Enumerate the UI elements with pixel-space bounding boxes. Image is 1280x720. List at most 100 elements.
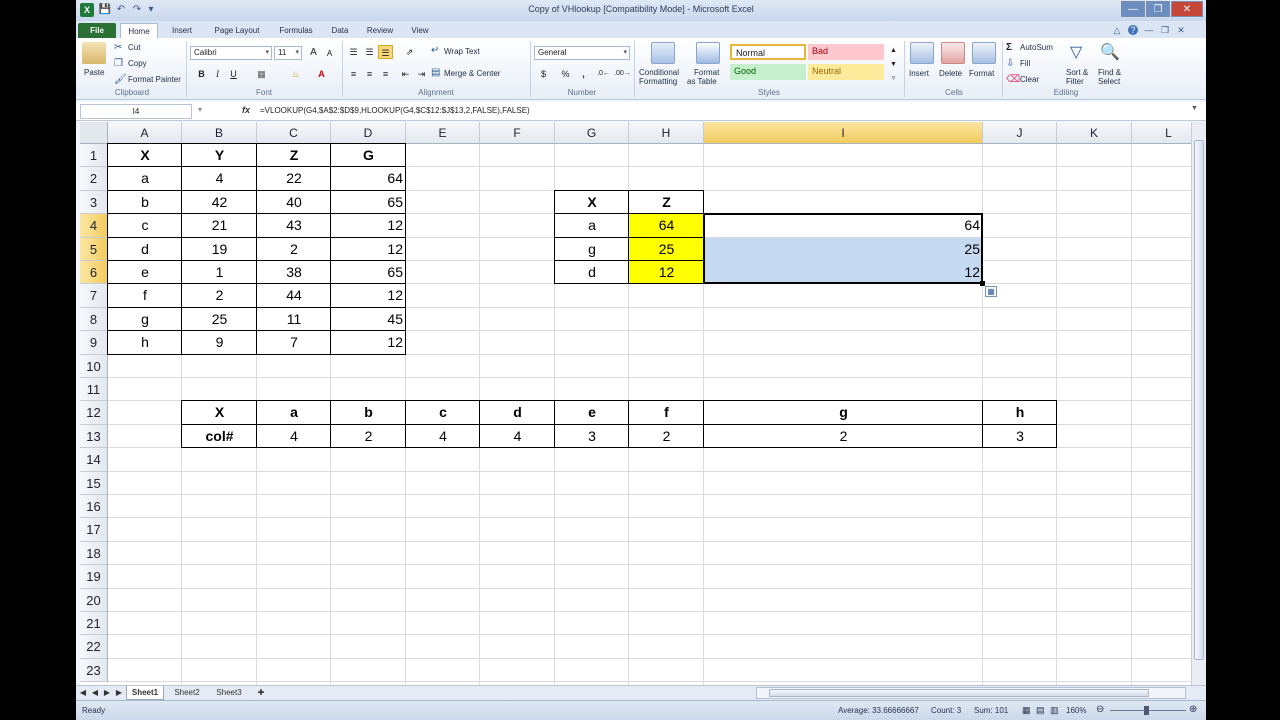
tab-view[interactable]: View — [404, 23, 436, 38]
delete-cells-icon[interactable] — [941, 42, 965, 64]
style-good[interactable]: Good — [730, 64, 806, 80]
zoom-level[interactable]: 160% — [1066, 706, 1086, 715]
table-cell[interactable]: 42 — [182, 191, 257, 214]
col-table-cell[interactable]: 2 — [331, 425, 406, 448]
tab-insert[interactable]: Insert — [162, 23, 202, 38]
row-header-15[interactable]: 15 — [80, 471, 108, 495]
table-cell[interactable]: c — [108, 214, 182, 237]
row-header-6[interactable]: 6 — [80, 261, 108, 285]
row-header-10[interactable]: 10 — [80, 354, 108, 378]
sort-filter-button-line2[interactable]: Filter — [1066, 77, 1084, 86]
vertical-scrollbar[interactable] — [1191, 122, 1206, 685]
col-table-header-cell[interactable]: g — [704, 401, 983, 424]
table-cell[interactable]: 12 — [331, 284, 406, 307]
table-cell[interactable]: 65 — [331, 261, 406, 284]
align-right-icon[interactable]: ≡ — [378, 67, 393, 81]
styles-scroll-up-icon[interactable]: ▲ — [886, 44, 901, 58]
table-cell[interactable]: 65 — [331, 191, 406, 214]
style-neutral[interactable]: Neutral — [808, 64, 884, 80]
font-color-icon[interactable]: A — [314, 67, 329, 81]
minimize-button[interactable]: — — [1121, 1, 1145, 17]
align-left-icon[interactable]: ≡ — [346, 67, 361, 81]
sort-filter-button[interactable]: Sort & — [1066, 68, 1088, 77]
page-break-view-icon[interactable]: ▥ — [1050, 705, 1059, 716]
row-header-4[interactable]: 4 — [80, 214, 108, 238]
table-cell[interactable]: 2 — [257, 238, 331, 261]
row-header-14[interactable]: 14 — [80, 448, 108, 472]
font-name-select[interactable]: Calibri ▾ — [190, 46, 272, 60]
column-header-e[interactable]: E — [406, 122, 480, 144]
restore-button[interactable]: ❐ — [1146, 1, 1170, 17]
row-header-21[interactable]: 21 — [80, 612, 108, 636]
borders-icon[interactable]: ▦ — [254, 67, 269, 81]
table-cell[interactable]: 43 — [257, 214, 331, 237]
row-header-8[interactable]: 8 — [80, 307, 108, 332]
worksheet-grid[interactable]: ABCDEFGHIJKL 1 2 3 4 5 6 7 8 9 10 11 12 13 14 15 16 17 18… — [80, 122, 1191, 685]
column-header-j[interactable]: J — [983, 122, 1057, 144]
zoom-in-icon[interactable]: ⊕ — [1189, 704, 1197, 715]
styles-scroll-down-icon[interactable]: ▼ — [886, 58, 901, 72]
row-header-22[interactable]: 22 — [80, 635, 108, 659]
last-sheet-icon[interactable]: ▶ — [114, 686, 124, 700]
table-cell[interactable]: 7 — [257, 331, 331, 354]
lookup-cell[interactable]: g — [555, 238, 629, 261]
close-window-button[interactable]: ✕ — [1171, 1, 1203, 17]
table-cell[interactable]: b — [108, 191, 182, 214]
lookup-header-cell[interactable]: Z — [629, 191, 704, 214]
col-table-header-cell[interactable]: c — [406, 401, 480, 424]
prev-sheet-icon[interactable]: ◀ — [90, 686, 100, 700]
decrease-decimal-icon[interactable]: .00→ — [614, 67, 631, 81]
row-header-16[interactable]: 16 — [80, 495, 108, 519]
formula-input[interactable]: =VLOOKUP(G4,$A$2:$D$9,HLOOKUP(G4,$C$12:$… — [260, 106, 530, 115]
table-cell[interactable]: 64 — [331, 167, 406, 190]
paste-icon[interactable] — [82, 42, 106, 64]
format-as-table-icon[interactable] — [696, 42, 720, 64]
row-header-3[interactable]: 3 — [80, 190, 108, 215]
currency-button[interactable]: $ — [536, 67, 551, 81]
style-bad[interactable]: Bad — [808, 44, 884, 60]
normal-view-icon[interactable]: ▦ — [1022, 705, 1031, 716]
format-painter-button[interactable]: Format Painter — [128, 75, 181, 84]
table-cell[interactable]: 9 — [182, 331, 257, 354]
copy-button[interactable]: Copy — [128, 59, 147, 68]
table-cell[interactable]: h — [108, 331, 182, 354]
cut-button[interactable]: Cut — [128, 43, 140, 52]
table-header-cell[interactable]: G — [331, 144, 406, 167]
grow-font-button[interactable]: A — [306, 46, 321, 60]
col-table-header-cell[interactable]: b — [331, 401, 406, 424]
row-header-17[interactable]: 17 — [80, 518, 108, 542]
table-cell[interactable]: 11 — [257, 308, 331, 331]
name-box[interactable]: I4 — [80, 104, 192, 119]
column-header-d[interactable]: D — [331, 122, 406, 144]
conditional-formatting-icon[interactable] — [651, 42, 675, 64]
increase-indent-icon[interactable]: ⇥ — [414, 67, 429, 81]
lookup-header-cell[interactable]: X — [555, 191, 629, 214]
col-table-header-cell[interactable]: f — [629, 401, 704, 424]
lookup-cell[interactable]: 12 — [629, 261, 704, 284]
tab-home[interactable]: Home — [120, 23, 158, 38]
table-cell[interactable]: d — [108, 238, 182, 261]
table-cell[interactable]: 12 — [331, 331, 406, 354]
sheet-tab-sheet2[interactable]: Sheet2 — [168, 686, 206, 700]
comma-button[interactable]: , — [576, 67, 591, 81]
col-table-cell[interactable]: 4 — [480, 425, 555, 448]
close-workbook-icon[interactable]: ✕ — [1176, 25, 1186, 35]
table-cell[interactable]: 2 — [182, 284, 257, 307]
align-bottom-icon[interactable]: ☰ — [378, 45, 393, 59]
fill-button[interactable]: Fill — [1020, 59, 1030, 68]
next-sheet-icon[interactable]: ▶ — [102, 686, 112, 700]
find-select-button-line2[interactable]: Select — [1098, 77, 1120, 86]
wrap-text-button[interactable]: Wrap Text — [444, 47, 480, 56]
align-center-icon[interactable]: ≡ — [362, 67, 377, 81]
shrink-font-button[interactable]: A — [322, 47, 337, 61]
tab-review[interactable]: Review — [360, 23, 400, 38]
table-cell[interactable]: 21 — [182, 214, 257, 237]
column-header-b[interactable]: B — [182, 122, 257, 144]
row-header-13[interactable]: 13 — [80, 424, 108, 449]
font-size-select[interactable]: 11 ▾ — [274, 46, 302, 60]
table-header-cell[interactable]: X — [108, 144, 182, 167]
conditional-formatting-button-line2[interactable]: Formatting — [639, 77, 677, 86]
format-as-table-button[interactable]: Format — [694, 68, 719, 77]
lookup-cell[interactable]: 25 — [629, 238, 704, 261]
horizontal-scroll-thumb[interactable] — [769, 689, 1149, 697]
